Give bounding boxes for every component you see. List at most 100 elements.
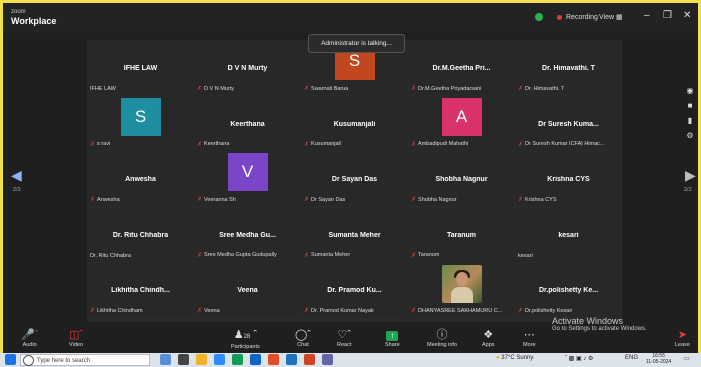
file-explorer-icon[interactable] <box>196 354 207 365</box>
weather-status[interactable]: ● 37°C Sunny <box>496 355 533 361</box>
participant-tile[interactable]: D V N Murty ✗ D V N Murty <box>195 41 300 95</box>
participant-tile[interactable]: Krishna CYS ✗ Krishna CYS <box>516 152 621 206</box>
participant-tile[interactable]: Taranum ✗ Taranum <box>409 207 514 262</box>
chat-bubble-icon: ◯ˆ <box>295 329 311 341</box>
audio-label: Audio <box>22 342 37 348</box>
mic-muted-icon: ✗ <box>304 141 310 148</box>
apps-button[interactable]: ❖ Apps <box>482 328 495 348</box>
participants-count: 28 <box>243 334 251 340</box>
clock[interactable]: 16:55 11-05-2024 <box>646 353 671 365</box>
grid-icon: ▦ <box>616 14 623 21</box>
video-off-icon: ◫ˆ <box>69 329 84 341</box>
recording-indicator[interactable]: Recording <box>535 13 598 21</box>
participant-tile[interactable]: S ✗ s ravi <box>88 96 193 151</box>
chat-button[interactable]: ◯ˆ Chat <box>295 328 311 348</box>
meeting-info-button[interactable]: ⓘ Meeting info <box>427 328 457 348</box>
close-icon[interactable]: ✕ <box>683 10 691 21</box>
widgets-icon[interactable] <box>160 354 171 365</box>
participant-tile[interactable]: Dr. Pramod Ku... ✗ Dr. Pramod Kumar Nayak <box>302 263 407 317</box>
notifications-icon[interactable]: ▭ <box>684 355 690 362</box>
zoom-app-icon[interactable] <box>214 354 225 365</box>
office-icon[interactable] <box>268 354 279 365</box>
participant-tile[interactable]: IFHE LAW IFHE LAW <box>88 41 193 95</box>
teams-icon[interactable] <box>322 354 333 365</box>
participant-label-text: Anwesha <box>97 196 120 203</box>
mic-muted-icon: ✗ <box>304 197 310 203</box>
participant-label-text: IFHE LAW <box>90 86 116 92</box>
apps-icon: ❖ <box>483 329 494 341</box>
audio-button[interactable]: 🎤ˆ Audio <box>21 328 38 348</box>
participant-tile[interactable]: Dr. Ritu Chhabra Dr. Ritu Chhabra <box>88 207 193 262</box>
recording-label: Recording <box>566 13 598 21</box>
maximize-icon[interactable]: ❐ <box>663 10 672 21</box>
language-indicator[interactable]: ENG <box>625 355 638 361</box>
participant-label-text: Krishna CYS <box>525 196 557 203</box>
participant-tile[interactable]: A ✗ Ambadipudi Mahathi <box>409 96 514 151</box>
participant-tile[interactable]: Dr.M.Geetha Pri... ✗ Dr.M.Geetha Priyadars… <box>409 41 514 95</box>
participant-tile[interactable]: Keerthana ✗ Keerthana <box>195 96 300 151</box>
participant-label-text: kesari <box>518 252 533 259</box>
activate-subtitle: Go to Settings to activate Windows. <box>552 326 647 332</box>
more-button[interactable]: ⋯ More <box>523 328 536 348</box>
view-button[interactable]: View ▦ <box>599 13 623 21</box>
participant-tile[interactable]: ✗ DHANYASREE SAKHAMURU C... <box>409 263 514 317</box>
task-view-icon[interactable] <box>178 354 189 365</box>
participant-tile[interactable]: Dr Suresh Kuma... ✗ Dr Suresh Kumar ICFAI … <box>516 96 621 151</box>
participant-name-label: ✗ Kusumanjali <box>304 141 341 148</box>
participant-tile[interactable]: Dr. Himavathi. T ✗ Dr. Himavathi. T <box>516 41 621 95</box>
leave-button[interactable]: ➤ Leave <box>675 328 690 348</box>
participant-tile[interactable]: Likhitha Chindh... ✗ Likhitha Chindham <box>88 263 193 317</box>
react-button[interactable]: ♡ˆ React <box>337 328 351 348</box>
system-tray-icons[interactable]: ˆ ▩ ▣ ♪ ⚙ <box>565 355 593 362</box>
participant-tile[interactable]: Sree Medha Gu... ✗ Sree Medha Gupta Gudupa… <box>195 207 300 262</box>
windows-start-icon[interactable] <box>5 354 16 365</box>
participant-label-text: s ravi <box>97 141 111 147</box>
share-button[interactable]: ↑ Share <box>385 328 400 348</box>
mic-muted-icon: ✗ <box>90 308 96 314</box>
participant-tile[interactable]: Dr Sayan Das ✗ Dr Sayan Das <box>302 152 407 206</box>
participant-tile[interactable]: Dr.polishetty Ke... ✗ Dr.polishetty Kesari <box>516 263 621 317</box>
video-button[interactable]: ◫ˆ Video <box>69 328 83 348</box>
settings-icon[interactable]: ⚙ <box>686 131 693 140</box>
app-logo: zoom Workplace <box>11 8 56 26</box>
participant-tile[interactable]: Shobha Nagnur ✗ Shobha Nagnur <box>409 152 514 206</box>
word-icon[interactable] <box>286 354 297 365</box>
next-page-icon[interactable]: ▶ <box>685 167 696 184</box>
chat-icon[interactable]: ▮ <box>688 116 692 125</box>
taskbar-search[interactable]: Type here to search <box>20 354 150 366</box>
participant-label-text: Keerthana <box>204 141 230 147</box>
mic-muted-icon: ✗ <box>518 141 524 148</box>
participant-tile[interactable]: Anwesha ✗ Anwesha <box>88 152 193 206</box>
mic-muted-icon: ✗ <box>197 86 203 92</box>
participant-label-text: Dr Sayan Das <box>311 196 346 203</box>
participant-name-label: ✗ Dr.M.Geetha Priyadarsani <box>411 85 481 93</box>
view-label: View <box>599 14 615 21</box>
minimize-icon[interactable]: – <box>644 10 650 21</box>
mic-muted-icon: ✗ <box>304 86 310 92</box>
participant-tile[interactable]: kesari kesari <box>516 207 621 262</box>
participants-button[interactable]: ♟28 ˆ Participants <box>231 328 260 350</box>
windows-taskbar: Type here to search ● 37°C Sunny ˆ ▩ ▣ ♪… <box>0 353 701 367</box>
powerpoint-icon[interactable] <box>304 354 315 365</box>
participant-tile[interactable]: Veena ✗ Veena <box>195 263 300 317</box>
participant-name-label: ✗ Dr. Pramod Kumar Nayak <box>304 307 374 315</box>
participant-tile[interactable]: V ✗ Veeranna Sh <box>195 152 300 206</box>
participant-display-name: Krishna CYS <box>547 176 590 183</box>
mic-muted-icon: ✗ <box>197 141 203 148</box>
previous-page-icon[interactable]: ◀ <box>11 167 22 184</box>
brand-name: Workplace <box>11 16 57 26</box>
edge-icon[interactable] <box>250 354 261 365</box>
participant-name-label: ✗ Krishna CYS <box>518 196 557 204</box>
sun-icon: ● <box>496 355 500 361</box>
camera-icon[interactable]: ◉ <box>687 86 694 95</box>
participant-display-name: kesari <box>558 231 579 239</box>
more-icon: ⋯ <box>523 329 535 341</box>
participant-display-name: Dr. Himavathi. T <box>542 65 595 72</box>
leave-icon: ➤ <box>677 329 688 341</box>
participant-display-name: Kusumanjali <box>333 120 376 128</box>
chrome-icon[interactable] <box>232 354 243 365</box>
participant-tile[interactable]: Kusumanjali ✗ Kusumanjali <box>302 96 407 151</box>
video-icon[interactable]: ■ <box>688 101 693 110</box>
participant-tile[interactable]: Sumanta Meher ✗ Sumanta Meher <box>302 207 407 262</box>
participant-display-name: Dr.M.Geetha Pri... <box>432 65 491 72</box>
